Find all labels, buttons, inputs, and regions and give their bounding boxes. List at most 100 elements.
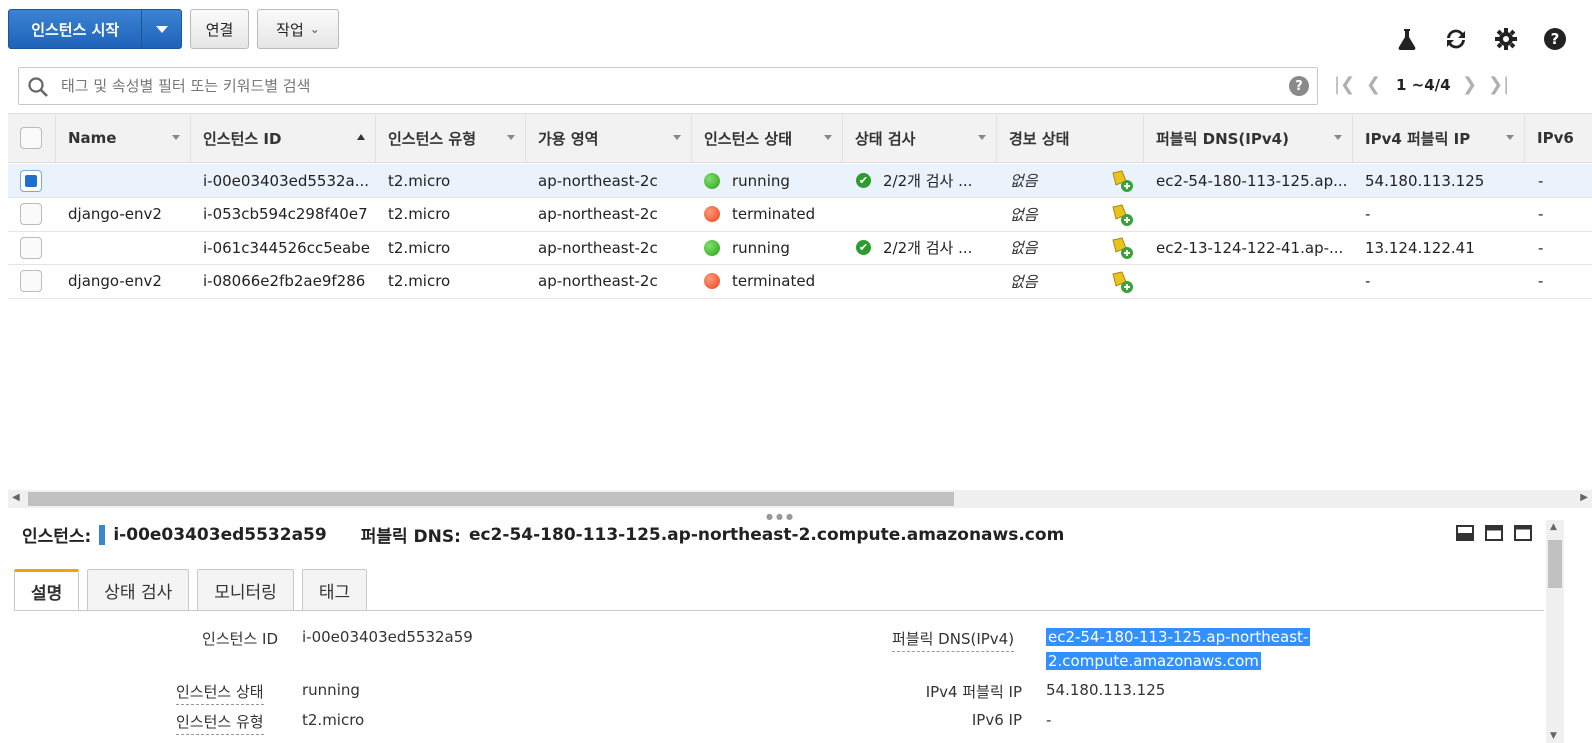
cell-instance-id-text: i-00e03403ed5532a... (203, 171, 370, 190)
field-label-instance-type[interactable]: 인스턴스 유형 (176, 711, 264, 735)
col-alarm-status[interactable]: 경보 상태 (997, 114, 1144, 162)
field-label-instance-state[interactable]: 인스턴스 상태 (176, 681, 264, 705)
launch-dropdown-button[interactable] (141, 10, 181, 48)
cell-instance-id-text: i-053cb594c298f40e7 (203, 205, 368, 223)
cell-ipv6: - (1538, 231, 1578, 264)
gear-icon[interactable] (1493, 26, 1519, 52)
cell-public-dns (1156, 265, 1346, 298)
tab-monitoring[interactable]: 모니터링 (197, 569, 294, 611)
tab-description[interactable]: 설명 (14, 569, 80, 611)
field-label-public-dns[interactable]: 퍼블릭 DNS(IPv4) (892, 628, 1015, 652)
table-row[interactable]: i-00e03403ed5532a... t2.micro ap-northeast… (8, 164, 1592, 198)
cell-alarm-status: 없음 (1010, 265, 1110, 298)
col-instance-state[interactable]: 인스턴스 상태 (692, 114, 843, 162)
dns-label: 퍼블릭 DNS: (360, 527, 461, 547)
row-checkbox[interactable] (20, 169, 42, 192)
sort-caret-icon (1506, 135, 1514, 140)
next-page-icon[interactable]: ❯ (1462, 74, 1477, 95)
field-label-public-ip: IPv4 퍼블릭 IP (925, 683, 1022, 701)
cell-alarm-status-text: 없음 (1010, 172, 1038, 190)
add-alarm-icon[interactable] (1110, 169, 1134, 197)
horizontal-scrollbar[interactable]: ◀ ▶ (8, 490, 1592, 508)
field-label-instance-id: 인스턴스 ID (202, 630, 278, 648)
vertical-scrollbar[interactable]: ▲ ▼ (1546, 520, 1564, 743)
actions-button[interactable]: 작업 ⌄ (257, 9, 339, 49)
connect-button[interactable]: 연결 (190, 9, 249, 49)
col-public-dns[interactable]: 퍼블릭 DNS(IPv4) (1144, 114, 1353, 162)
pane-maximize-icon[interactable] (1514, 525, 1532, 541)
scroll-down-icon[interactable]: ▼ (1550, 731, 1557, 741)
connect-label: 연결 (205, 20, 234, 39)
cell-status-checks (856, 265, 986, 298)
select-all-checkbox[interactable] (20, 127, 42, 149)
launch-instance-label[interactable]: 인스턴스 시작 (9, 10, 141, 48)
cell-public-dns: ec2-54-180-113-125.ap... (1156, 164, 1346, 197)
cell-name (68, 231, 198, 264)
field-value-instance-id: i-00e03403ed5532a59 (302, 628, 473, 646)
flask-icon[interactable] (1394, 26, 1420, 52)
resize-handle[interactable]: ●●● (766, 512, 796, 521)
scroll-up-icon[interactable]: ▲ (1550, 522, 1557, 532)
tab-status-checks[interactable]: 상태 검사 (87, 569, 190, 611)
first-page-icon[interactable]: |❮ (1334, 74, 1355, 95)
pane-bottom-icon[interactable] (1456, 525, 1474, 541)
caret-down-icon (155, 25, 168, 33)
cell-instance-type: t2.micro (388, 164, 518, 197)
col-ipv6[interactable]: IPv6 (1525, 114, 1592, 162)
id-marker (99, 524, 106, 545)
col-name[interactable]: Name (56, 114, 191, 162)
cell-status-checks: ✔ 2/2개 검사 ... (856, 231, 986, 264)
search-help-icon[interactable]: ? (1289, 76, 1309, 96)
col-instance-type[interactable]: 인스턴스 유형 (376, 114, 526, 162)
add-alarm-icon[interactable] (1110, 236, 1134, 264)
table-row[interactable]: i-061c344526cc5eabe t2.micro ap-northeast-… (8, 231, 1592, 265)
row-checkbox[interactable] (20, 236, 42, 259)
table-row[interactable]: django-env2 i-08066e2fb2ae9f286 t2.micro ap… (8, 265, 1592, 299)
scroll-right-icon[interactable]: ▶ (1580, 492, 1588, 503)
status-dot-icon (704, 206, 720, 222)
add-alarm-icon[interactable] (1110, 270, 1134, 298)
chevron-down-icon: ⌄ (309, 22, 320, 36)
col-instance-id[interactable]: 인스턴스 ID (191, 114, 376, 162)
add-alarm-icon[interactable] (1110, 203, 1134, 231)
table-header: Name 인스턴스 ID 인스턴스 유형 가용 영역 인스턴스 상태 상태 검사… (8, 113, 1592, 163)
sort-caret-icon (824, 135, 832, 140)
field-value-ipv6: - (1046, 711, 1052, 729)
scrollbar-thumb[interactable] (28, 492, 954, 506)
refresh-icon[interactable] (1443, 26, 1469, 52)
tab-tags[interactable]: 태그 (301, 569, 368, 611)
row-checkbox[interactable] (20, 270, 42, 292)
table-row[interactable]: django-env2 i-053cb594c298f40e7 t2.micro ap… (8, 198, 1592, 232)
col-availability-zone[interactable]: 가용 영역 (526, 114, 692, 162)
col-status-checks[interactable]: 상태 검사 (843, 114, 997, 162)
detail-header: 인스턴스: i-00e03403ed5532a59 퍼블릭 DNS: ec2-5… (22, 522, 1064, 547)
last-page-icon[interactable]: ❯| (1488, 74, 1509, 95)
cell-name (68, 164, 198, 197)
dns-line-2: 2.compute.amazonaws.com (1046, 652, 1261, 670)
field-value-instance-state: running (302, 681, 360, 699)
cell-instance-id-text: i-08066e2fb2ae9f286 (203, 272, 366, 290)
row-select-cell (20, 231, 50, 264)
prev-page-icon[interactable]: ❮ (1366, 74, 1381, 95)
cell-name: django-env2 (68, 265, 198, 298)
field-value-public-dns[interactable]: ec2-54-180-113-125.ap-northeast- 2.compu… (1046, 625, 1311, 673)
cell-alarm-status: 없음 (1010, 164, 1110, 197)
cell-instance-id: i-061c344526cc5eabe (203, 231, 373, 264)
field-value-instance-type: t2.micro (302, 711, 365, 729)
pane-middle-icon[interactable] (1485, 525, 1503, 541)
instance-id: i-00e03403ed5532a59 (113, 524, 327, 545)
cell-availability-zone-text: ap-northeast-2c (538, 205, 658, 223)
row-checkbox[interactable] (20, 203, 42, 225)
cell-instance-id-text: i-061c344526cc5eabe (203, 238, 370, 257)
check-ok-icon: ✔ (856, 173, 871, 188)
cell-alarm-status-text: 없음 (1010, 205, 1038, 224)
col-public-ip[interactable]: IPv4 퍼블릭 IP (1353, 114, 1525, 162)
status-dot-icon (704, 239, 720, 256)
help-icon[interactable]: ? (1542, 26, 1568, 52)
cell-status-checks-text: 2/2개 검사 ... (883, 172, 973, 190)
scroll-left-icon[interactable]: ◀ (12, 492, 20, 503)
vertical-scrollbar-thumb[interactable] (1548, 540, 1562, 588)
launch-instance-button[interactable]: 인스턴스 시작 (8, 9, 182, 49)
search-input[interactable] (59, 72, 1259, 100)
select-all-cell (8, 114, 56, 162)
